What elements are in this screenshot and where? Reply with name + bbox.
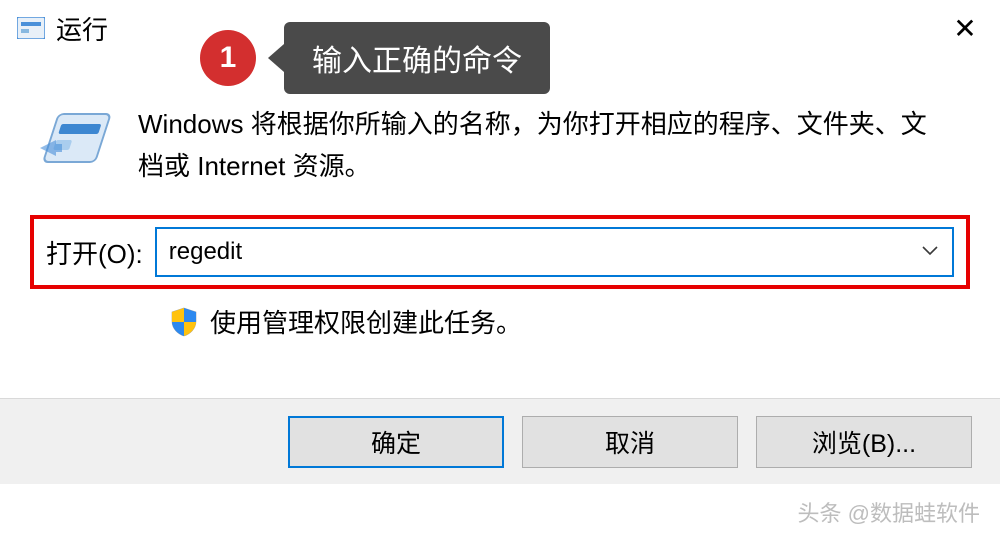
watermark-text: 头条 @数据蛙软件 [798,496,980,528]
annotation-callout: 1 输入正确的命令 [200,22,550,94]
button-bar: 确定 取消 浏览(B)... [0,398,1000,484]
dialog-description: Windows 将根据你所输入的名称，为你打开相应的程序、文件夹、文档或 Int… [138,104,970,187]
admin-note-row: 使用管理权限创建此任务。 [30,303,970,340]
info-row: Windows 将根据你所输入的名称，为你打开相应的程序、文件夹、文档或 Int… [30,104,970,187]
run-program-icon [38,110,114,172]
cancel-button[interactable]: 取消 [522,416,738,468]
titlebar-title: 运行 [56,10,108,47]
annotation-number-badge: 1 [200,30,256,86]
open-label: 打开(O): [46,234,143,271]
chevron-down-icon[interactable] [922,243,938,261]
admin-note-text: 使用管理权限创建此任务。 [210,303,522,340]
ok-button[interactable]: 确定 [288,416,504,468]
annotation-tooltip: 输入正确的命令 [284,22,550,94]
browse-button[interactable]: 浏览(B)... [756,416,972,468]
close-icon: ✕ [953,12,976,45]
close-button[interactable]: ✕ [930,0,1000,56]
uac-shield-icon [170,307,198,337]
dialog-body: Windows 将根据你所输入的名称，为你打开相应的程序、文件夹、文档或 Int… [0,56,1000,340]
open-combobox[interactable] [155,227,954,277]
input-row-highlight: 打开(O): [30,215,970,289]
run-dialog-icon [16,16,46,40]
open-input[interactable] [169,238,940,266]
